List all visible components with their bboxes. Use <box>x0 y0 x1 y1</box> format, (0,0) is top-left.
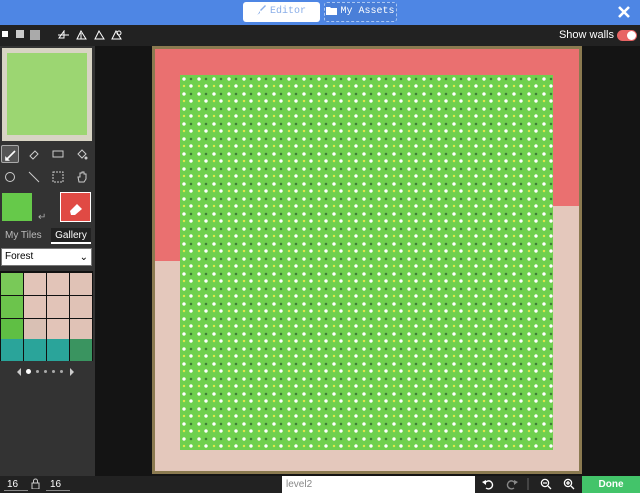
marquee-icon <box>52 171 64 183</box>
palette-tile[interactable] <box>47 296 69 318</box>
show-walls-label: Show walls <box>558 29 614 41</box>
palette-tile[interactable] <box>1 296 23 318</box>
lock-icon[interactable] <box>31 478 40 489</box>
tile-preview <box>2 48 92 141</box>
chevron-left-icon[interactable] <box>16 368 22 376</box>
circle-icon <box>5 172 15 182</box>
circle-tool[interactable] <box>1 168 19 186</box>
grass-area[interactable] <box>180 75 553 450</box>
tab-editor-label: Editor <box>269 6 306 17</box>
sidebar: ↵ My Tiles Gallery Forest ⌄ <box>0 46 95 476</box>
wall-top[interactable] <box>155 49 579 75</box>
pan-tool[interactable] <box>73 168 91 186</box>
selected-tile[interactable] <box>2 193 32 221</box>
tab-my-tiles[interactable]: My Tiles <box>5 228 45 244</box>
chevron-down-icon: ⌄ <box>79 252 88 263</box>
tool-row: Show walls <box>0 25 640 46</box>
wall-right[interactable] <box>553 49 579 206</box>
marquee-tool[interactable] <box>49 168 67 186</box>
palette-tile[interactable] <box>1 319 23 341</box>
pencil-icon <box>5 150 16 161</box>
palette-tile[interactable] <box>70 296 92 318</box>
brush-size-medium-icon[interactable] <box>15 30 25 40</box>
tile-source-tabs: My Tiles Gallery <box>0 228 95 244</box>
palette-tile[interactable] <box>47 273 69 295</box>
done-button[interactable]: Done <box>582 476 640 493</box>
top-bar: Editor My Assets <box>0 0 640 25</box>
pencil-tool[interactable] <box>1 145 19 163</box>
height-value: 16 <box>50 479 62 490</box>
wall-left[interactable] <box>155 49 181 261</box>
paint-bucket-icon <box>77 149 88 160</box>
selected-eraser-tile[interactable] <box>60 192 91 222</box>
tile-preview-swatch <box>7 53 87 135</box>
brush-size-small-icon[interactable] <box>2 30 10 38</box>
palette-tile[interactable] <box>70 339 92 361</box>
tile-palette <box>0 271 93 361</box>
palette-tile[interactable] <box>24 319 46 341</box>
show-walls-toggle[interactable] <box>617 30 637 41</box>
folder-icon <box>326 7 338 15</box>
palette-tile[interactable] <box>24 273 46 295</box>
tab-my-assets-label: My Assets <box>340 6 395 17</box>
palette-tile[interactable] <box>70 273 92 295</box>
width-value: 16 <box>7 479 19 490</box>
palette-tile[interactable] <box>1 339 23 361</box>
tab-editor[interactable]: Editor <box>243 2 320 22</box>
zoom-out-icon[interactable] <box>540 478 552 490</box>
hand-icon <box>77 171 87 183</box>
line-tool[interactable] <box>25 168 43 186</box>
rectangle-tool[interactable] <box>49 145 67 163</box>
palette-tile[interactable] <box>24 339 46 361</box>
close-icon[interactable] <box>616 4 632 20</box>
rotate-right-icon[interactable] <box>111 30 122 40</box>
palette-pager[interactable] <box>16 368 76 376</box>
swap-icon[interactable]: ↵ <box>38 212 46 223</box>
brush-size-large-icon[interactable] <box>30 30 41 41</box>
line-icon <box>28 171 40 183</box>
bottom-bar: 16 16 level2 Done <box>0 476 640 493</box>
palette-tile[interactable] <box>24 296 46 318</box>
level-name-input[interactable]: level2 <box>282 476 475 493</box>
height-field[interactable]: 16 <box>46 478 70 491</box>
category-select-value: Forest <box>5 251 34 262</box>
flip-horizontal-icon[interactable] <box>58 30 69 40</box>
palette-tile[interactable] <box>47 319 69 341</box>
flip-vertical-icon[interactable] <box>76 30 87 40</box>
zoom-in-icon[interactable] <box>563 478 575 490</box>
chevron-right-icon[interactable] <box>69 368 75 376</box>
rectangle-icon <box>52 150 64 158</box>
width-field[interactable]: 16 <box>4 478 28 491</box>
palette-tile[interactable] <box>70 319 92 341</box>
eraser-icon <box>29 150 39 160</box>
eraser-icon <box>70 204 82 215</box>
divider <box>527 478 529 490</box>
eraser-tool[interactable] <box>25 145 43 163</box>
redo-icon[interactable] <box>506 478 518 490</box>
category-select[interactable]: Forest ⌄ <box>1 248 92 266</box>
rotate-left-icon[interactable] <box>94 30 105 40</box>
undo-icon[interactable] <box>482 478 494 490</box>
brush-icon <box>256 5 266 15</box>
fill-tool[interactable] <box>73 145 91 163</box>
tab-my-assets[interactable]: My Assets <box>324 2 397 22</box>
tab-gallery[interactable]: Gallery <box>51 228 91 244</box>
palette-tile[interactable] <box>1 273 23 295</box>
palette-tile[interactable] <box>47 339 69 361</box>
